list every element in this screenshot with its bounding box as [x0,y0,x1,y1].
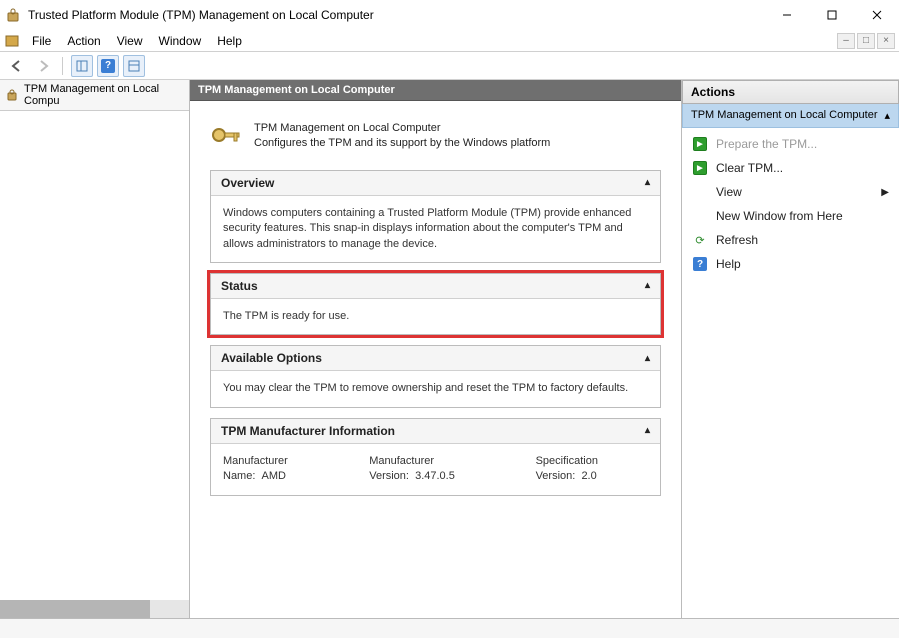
overview-body: Windows computers containing a Trusted P… [211,196,660,262]
menu-help[interactable]: Help [209,32,250,50]
action-help[interactable]: ? Help [682,252,899,276]
menu-window[interactable]: Window [151,32,210,50]
arrow-right-icon: ► [693,137,707,151]
collapse-icon: ▴ [645,353,650,364]
properties-toolbar-button[interactable] [123,55,145,77]
refresh-icon: ⟳ [692,232,708,248]
tpm-key-icon [210,121,242,149]
tpm-app-icon [6,7,22,23]
manuf-ver-value: 3.47.0.5 [415,470,455,482]
collapse-icon: ▴ [645,425,650,436]
minimize-button[interactable] [764,0,809,30]
available-body: You may clear the TPM to remove ownershi… [211,371,660,406]
close-button[interactable] [854,0,899,30]
collapse-icon: ▴ [645,177,650,188]
manuf-name-value: AMD [262,470,286,482]
overview-section-header[interactable]: Overview ▴ [211,171,660,196]
collapse-icon: ▴ [884,109,890,122]
collapse-icon: ▴ [645,280,650,291]
manufacturer-title: TPM Manufacturer Information [221,424,395,438]
action-clear-tpm[interactable]: ► Clear TPM... [682,156,899,180]
action-refresh[interactable]: ⟳ Refresh [682,228,899,252]
action-view-label: View [716,185,742,199]
action-prepare-label: Prepare the TPM... [716,137,817,151]
center-header: TPM Management on Local Computer [190,80,681,101]
window-title: Trusted Platform Module (TPM) Management… [28,8,764,22]
action-view[interactable]: View ▶ [682,180,899,204]
action-clear-label: Clear TPM... [716,161,783,175]
help-icon: ? [101,59,115,73]
spec-ver-value: 2.0 [581,470,596,482]
status-section-header[interactable]: Status ▴ [211,274,660,299]
available-options-section-header[interactable]: Available Options ▴ [211,346,660,371]
back-button[interactable] [6,55,28,77]
overview-title: Overview [221,176,274,190]
action-prepare-tpm: ► Prepare the TPM... [682,132,899,156]
status-title: Status [221,279,258,293]
show-hide-tree-button[interactable] [71,55,93,77]
chevron-right-icon: ▶ [881,187,889,198]
actions-subheader[interactable]: TPM Management on Local Computer ▴ [682,104,899,128]
arrow-right-icon: ► [693,161,707,175]
blank-icon [692,208,708,224]
maximize-button[interactable] [809,0,854,30]
menu-view[interactable]: View [109,32,151,50]
status-body: The TPM is ready for use. [211,299,660,334]
scroll-thumb[interactable] [0,600,150,618]
tpm-tree-icon [6,88,20,102]
intro-text: Configures the TPM and its support by th… [254,137,550,149]
available-title: Available Options [221,351,322,365]
manufacturer-section-header[interactable]: TPM Manufacturer Information ▴ [211,419,660,444]
action-new-window-label: New Window from Here [716,209,843,223]
statusbar [0,618,899,638]
action-refresh-label: Refresh [716,233,758,247]
toolbar-separator [62,57,63,75]
doc-close-button[interactable]: × [877,33,895,49]
intro-title: TPM Management on Local Computer [254,121,550,136]
help-toolbar-button[interactable]: ? [97,55,119,77]
blank-icon [692,184,708,200]
help-icon: ? [693,257,707,271]
doc-restore-button[interactable]: □ [857,33,875,49]
tree-root-label: TPM Management on Local Compu [24,83,183,107]
forward-button[interactable] [32,55,54,77]
actions-header: Actions [682,80,899,104]
menu-file[interactable]: File [24,32,59,50]
actions-subheader-label: TPM Management on Local Computer [691,109,877,122]
action-new-window[interactable]: New Window from Here [682,204,899,228]
menu-action[interactable]: Action [59,32,108,50]
tree-root-item[interactable]: TPM Management on Local Compu [0,80,189,111]
mmc-icon [4,33,20,49]
action-help-label: Help [716,257,741,271]
left-horizontal-scrollbar[interactable] [0,600,189,618]
doc-minimize-button[interactable]: – [837,33,855,49]
